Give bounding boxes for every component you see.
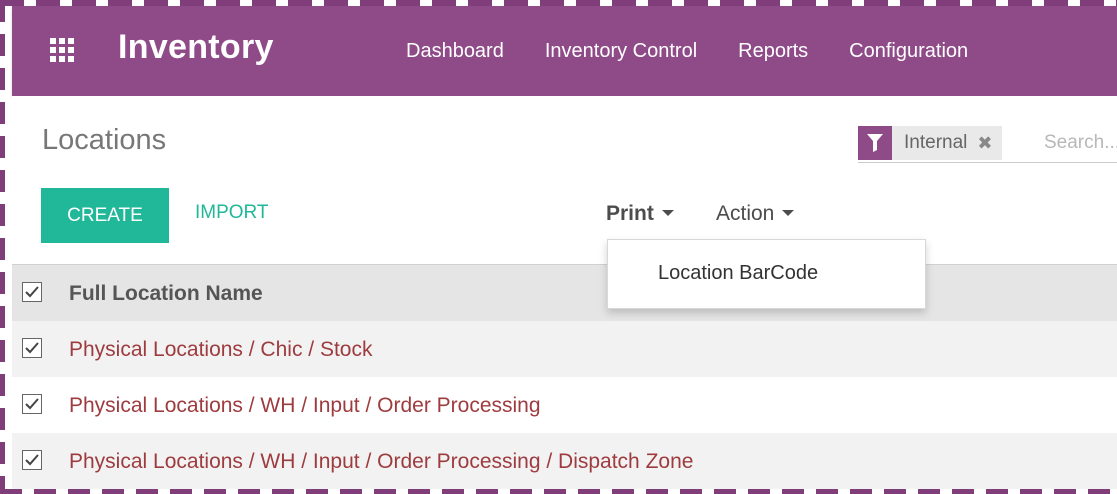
control-panel: Locations Internal ✖ Create Import Print…: [12, 96, 1117, 264]
menu-item-reports[interactable]: Reports: [738, 40, 808, 63]
facet-remove-icon[interactable]: ✖: [977, 133, 992, 154]
location-name-cell: Physical Locations / Chic / Stock: [69, 338, 373, 361]
print-dropdown-toggle[interactable]: Print: [606, 202, 674, 226]
print-dropdown-label: Print: [606, 202, 654, 225]
print-dropdown-menu: Location BarCode: [607, 239, 926, 309]
location-name-cell: Physical Locations / WH / Input / Order …: [69, 394, 541, 417]
page-title: Locations: [42, 124, 167, 156]
row-checkbox[interactable]: [22, 338, 42, 358]
frame-bottom-border: [0, 489, 1117, 494]
menu-item-inventory-control[interactable]: Inventory Control: [545, 40, 697, 63]
table-row[interactable]: Physical Locations / WH / Input / Order …: [12, 433, 1117, 489]
row-checkbox[interactable]: [22, 450, 42, 470]
search-input[interactable]: [1038, 126, 1117, 160]
filter-icon: [858, 126, 892, 160]
action-dropdown-toggle[interactable]: Action: [716, 202, 795, 226]
frame-left-border: [0, 0, 5, 494]
create-button[interactable]: Create: [41, 188, 169, 243]
main-menu: Dashboard Inventory Control Reports Conf…: [406, 40, 1009, 63]
table-row[interactable]: Physical Locations / Chic / Stock: [12, 321, 1117, 377]
locations-list: Full Location Name Physical Locations / …: [12, 264, 1117, 489]
column-header-full-location-name[interactable]: Full Location Name: [69, 282, 263, 306]
funnel-icon: [867, 134, 883, 152]
select-all-checkbox[interactable]: [22, 282, 42, 302]
checkmark-icon: [25, 398, 39, 410]
table-header-row: Full Location Name: [12, 264, 1117, 321]
row-checkbox[interactable]: [22, 394, 42, 414]
top-navbar: Inventory Dashboard Inventory Control Re…: [12, 6, 1117, 96]
action-dropdown-label: Action: [716, 202, 775, 225]
location-name-cell: Physical Locations / WH / Input / Order …: [69, 450, 694, 473]
caret-down-icon: [661, 210, 674, 217]
menu-item-dashboard[interactable]: Dashboard: [406, 40, 504, 63]
table-row[interactable]: Physical Locations / WH / Input / Order …: [12, 377, 1117, 433]
caret-down-icon: [782, 210, 795, 217]
app-brand-title: Inventory: [118, 28, 274, 66]
facet-label: Internal: [904, 132, 968, 153]
dropdown-item-location-barcode[interactable]: Location BarCode: [658, 262, 818, 285]
apps-grid-icon[interactable]: [50, 38, 74, 62]
search-bar: Internal ✖: [858, 126, 1117, 163]
search-facet-internal: Internal ✖: [892, 126, 1003, 160]
checkmark-icon: [25, 454, 39, 466]
import-button[interactable]: Import: [195, 202, 269, 224]
menu-item-configuration[interactable]: Configuration: [849, 40, 968, 63]
checkmark-icon: [25, 286, 39, 298]
checkmark-icon: [25, 342, 39, 354]
